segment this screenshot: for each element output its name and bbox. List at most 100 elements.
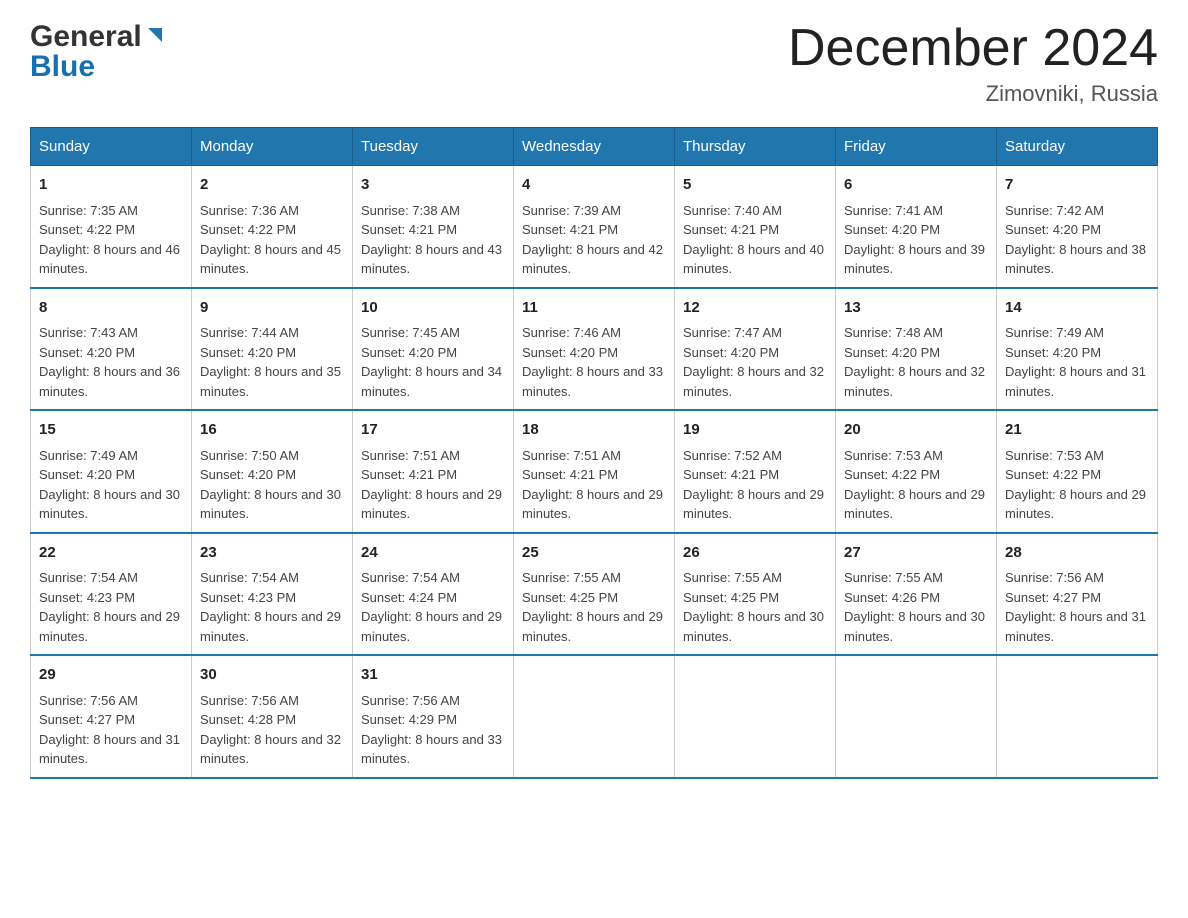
day-number: 30 bbox=[200, 664, 344, 687]
calendar-day-cell: 14 Sunrise: 7:49 AMSunset: 4:20 PMDaylig… bbox=[997, 288, 1158, 411]
day-number: 8 bbox=[39, 297, 183, 320]
weekday-header-friday: Friday bbox=[836, 128, 997, 166]
calendar-day-cell: 16 Sunrise: 7:50 AMSunset: 4:20 PMDaylig… bbox=[192, 410, 353, 533]
day-number: 3 bbox=[361, 174, 505, 197]
calendar-day-cell: 28 Sunrise: 7:56 AMSunset: 4:27 PMDaylig… bbox=[997, 533, 1158, 656]
day-number: 24 bbox=[361, 542, 505, 565]
logo-general-text: General bbox=[30, 20, 142, 54]
day-number: 11 bbox=[522, 297, 666, 320]
day-info: Sunrise: 7:51 AMSunset: 4:21 PMDaylight:… bbox=[361, 448, 502, 522]
day-info: Sunrise: 7:38 AMSunset: 4:21 PMDaylight:… bbox=[361, 203, 502, 277]
calendar-day-cell: 19 Sunrise: 7:52 AMSunset: 4:21 PMDaylig… bbox=[675, 410, 836, 533]
day-info: Sunrise: 7:49 AMSunset: 4:20 PMDaylight:… bbox=[1005, 325, 1146, 399]
day-number: 4 bbox=[522, 174, 666, 197]
day-number: 7 bbox=[1005, 174, 1149, 197]
calendar-week-row: 22 Sunrise: 7:54 AMSunset: 4:23 PMDaylig… bbox=[31, 533, 1158, 656]
page-header: General Blue December 2024 Zimovniki, Ru… bbox=[30, 20, 1158, 107]
weekday-header-monday: Monday bbox=[192, 128, 353, 166]
calendar-day-cell: 22 Sunrise: 7:54 AMSunset: 4:23 PMDaylig… bbox=[31, 533, 192, 656]
day-info: Sunrise: 7:52 AMSunset: 4:21 PMDaylight:… bbox=[683, 448, 824, 522]
calendar-body: 1 Sunrise: 7:35 AMSunset: 4:22 PMDayligh… bbox=[31, 166, 1158, 778]
day-number: 17 bbox=[361, 419, 505, 442]
day-number: 18 bbox=[522, 419, 666, 442]
calendar-day-cell: 10 Sunrise: 7:45 AMSunset: 4:20 PMDaylig… bbox=[353, 288, 514, 411]
day-number: 29 bbox=[39, 664, 183, 687]
day-info: Sunrise: 7:45 AMSunset: 4:20 PMDaylight:… bbox=[361, 325, 502, 399]
day-number: 20 bbox=[844, 419, 988, 442]
day-info: Sunrise: 7:44 AMSunset: 4:20 PMDaylight:… bbox=[200, 325, 341, 399]
calendar-day-cell bbox=[514, 655, 675, 778]
calendar-day-cell: 21 Sunrise: 7:53 AMSunset: 4:22 PMDaylig… bbox=[997, 410, 1158, 533]
logo-arrow-icon bbox=[144, 24, 166, 51]
day-number: 21 bbox=[1005, 419, 1149, 442]
calendar-day-cell: 25 Sunrise: 7:55 AMSunset: 4:25 PMDaylig… bbox=[514, 533, 675, 656]
location-text: Zimovniki, Russia bbox=[788, 81, 1158, 107]
calendar-day-cell: 26 Sunrise: 7:55 AMSunset: 4:25 PMDaylig… bbox=[675, 533, 836, 656]
calendar-day-cell: 6 Sunrise: 7:41 AMSunset: 4:20 PMDayligh… bbox=[836, 166, 997, 288]
calendar-day-cell: 18 Sunrise: 7:51 AMSunset: 4:21 PMDaylig… bbox=[514, 410, 675, 533]
day-number: 16 bbox=[200, 419, 344, 442]
calendar-day-cell: 30 Sunrise: 7:56 AMSunset: 4:28 PMDaylig… bbox=[192, 655, 353, 778]
calendar-day-cell: 17 Sunrise: 7:51 AMSunset: 4:21 PMDaylig… bbox=[353, 410, 514, 533]
calendar-table: SundayMondayTuesdayWednesdayThursdayFrid… bbox=[30, 127, 1158, 779]
day-info: Sunrise: 7:56 AMSunset: 4:27 PMDaylight:… bbox=[39, 693, 180, 767]
day-number: 2 bbox=[200, 174, 344, 197]
calendar-day-cell: 20 Sunrise: 7:53 AMSunset: 4:22 PMDaylig… bbox=[836, 410, 997, 533]
calendar-day-cell: 24 Sunrise: 7:54 AMSunset: 4:24 PMDaylig… bbox=[353, 533, 514, 656]
day-info: Sunrise: 7:46 AMSunset: 4:20 PMDaylight:… bbox=[522, 325, 663, 399]
day-info: Sunrise: 7:55 AMSunset: 4:26 PMDaylight:… bbox=[844, 570, 985, 644]
day-number: 1 bbox=[39, 174, 183, 197]
day-number: 15 bbox=[39, 419, 183, 442]
day-info: Sunrise: 7:56 AMSunset: 4:27 PMDaylight:… bbox=[1005, 570, 1146, 644]
day-number: 14 bbox=[1005, 297, 1149, 320]
day-number: 26 bbox=[683, 542, 827, 565]
calendar-day-cell: 15 Sunrise: 7:49 AMSunset: 4:20 PMDaylig… bbox=[31, 410, 192, 533]
calendar-day-cell: 27 Sunrise: 7:55 AMSunset: 4:26 PMDaylig… bbox=[836, 533, 997, 656]
logo: General Blue bbox=[30, 20, 166, 84]
calendar-week-row: 1 Sunrise: 7:35 AMSunset: 4:22 PMDayligh… bbox=[31, 166, 1158, 288]
weekday-header-row: SundayMondayTuesdayWednesdayThursdayFrid… bbox=[31, 128, 1158, 166]
day-info: Sunrise: 7:49 AMSunset: 4:20 PMDaylight:… bbox=[39, 448, 180, 522]
day-number: 9 bbox=[200, 297, 344, 320]
calendar-day-cell: 7 Sunrise: 7:42 AMSunset: 4:20 PMDayligh… bbox=[997, 166, 1158, 288]
calendar-day-cell: 9 Sunrise: 7:44 AMSunset: 4:20 PMDayligh… bbox=[192, 288, 353, 411]
day-number: 28 bbox=[1005, 542, 1149, 565]
weekday-header-wednesday: Wednesday bbox=[514, 128, 675, 166]
day-number: 22 bbox=[39, 542, 183, 565]
calendar-week-row: 8 Sunrise: 7:43 AMSunset: 4:20 PMDayligh… bbox=[31, 288, 1158, 411]
day-number: 19 bbox=[683, 419, 827, 442]
day-number: 31 bbox=[361, 664, 505, 687]
calendar-day-cell: 1 Sunrise: 7:35 AMSunset: 4:22 PMDayligh… bbox=[31, 166, 192, 288]
day-info: Sunrise: 7:54 AMSunset: 4:24 PMDaylight:… bbox=[361, 570, 502, 644]
day-info: Sunrise: 7:43 AMSunset: 4:20 PMDaylight:… bbox=[39, 325, 180, 399]
month-title: December 2024 bbox=[788, 20, 1158, 77]
day-info: Sunrise: 7:54 AMSunset: 4:23 PMDaylight:… bbox=[200, 570, 341, 644]
day-number: 13 bbox=[844, 297, 988, 320]
calendar-day-cell: 4 Sunrise: 7:39 AMSunset: 4:21 PMDayligh… bbox=[514, 166, 675, 288]
day-info: Sunrise: 7:54 AMSunset: 4:23 PMDaylight:… bbox=[39, 570, 180, 644]
day-number: 6 bbox=[844, 174, 988, 197]
day-info: Sunrise: 7:50 AMSunset: 4:20 PMDaylight:… bbox=[200, 448, 341, 522]
calendar-day-cell: 5 Sunrise: 7:40 AMSunset: 4:21 PMDayligh… bbox=[675, 166, 836, 288]
day-number: 23 bbox=[200, 542, 344, 565]
calendar-day-cell bbox=[675, 655, 836, 778]
day-info: Sunrise: 7:56 AMSunset: 4:28 PMDaylight:… bbox=[200, 693, 341, 767]
calendar-header: SundayMondayTuesdayWednesdayThursdayFrid… bbox=[31, 128, 1158, 166]
calendar-day-cell: 29 Sunrise: 7:56 AMSunset: 4:27 PMDaylig… bbox=[31, 655, 192, 778]
day-info: Sunrise: 7:51 AMSunset: 4:21 PMDaylight:… bbox=[522, 448, 663, 522]
weekday-header-thursday: Thursday bbox=[675, 128, 836, 166]
day-info: Sunrise: 7:42 AMSunset: 4:20 PMDaylight:… bbox=[1005, 203, 1146, 277]
day-info: Sunrise: 7:55 AMSunset: 4:25 PMDaylight:… bbox=[683, 570, 824, 644]
calendar-day-cell: 11 Sunrise: 7:46 AMSunset: 4:20 PMDaylig… bbox=[514, 288, 675, 411]
day-info: Sunrise: 7:53 AMSunset: 4:22 PMDaylight:… bbox=[1005, 448, 1146, 522]
calendar-day-cell: 12 Sunrise: 7:47 AMSunset: 4:20 PMDaylig… bbox=[675, 288, 836, 411]
logo-blue-text: Blue bbox=[30, 50, 95, 84]
calendar-day-cell bbox=[836, 655, 997, 778]
day-info: Sunrise: 7:55 AMSunset: 4:25 PMDaylight:… bbox=[522, 570, 663, 644]
weekday-header-saturday: Saturday bbox=[997, 128, 1158, 166]
day-number: 25 bbox=[522, 542, 666, 565]
weekday-header-sunday: Sunday bbox=[31, 128, 192, 166]
day-info: Sunrise: 7:47 AMSunset: 4:20 PMDaylight:… bbox=[683, 325, 824, 399]
day-info: Sunrise: 7:36 AMSunset: 4:22 PMDaylight:… bbox=[200, 203, 341, 277]
day-number: 10 bbox=[361, 297, 505, 320]
